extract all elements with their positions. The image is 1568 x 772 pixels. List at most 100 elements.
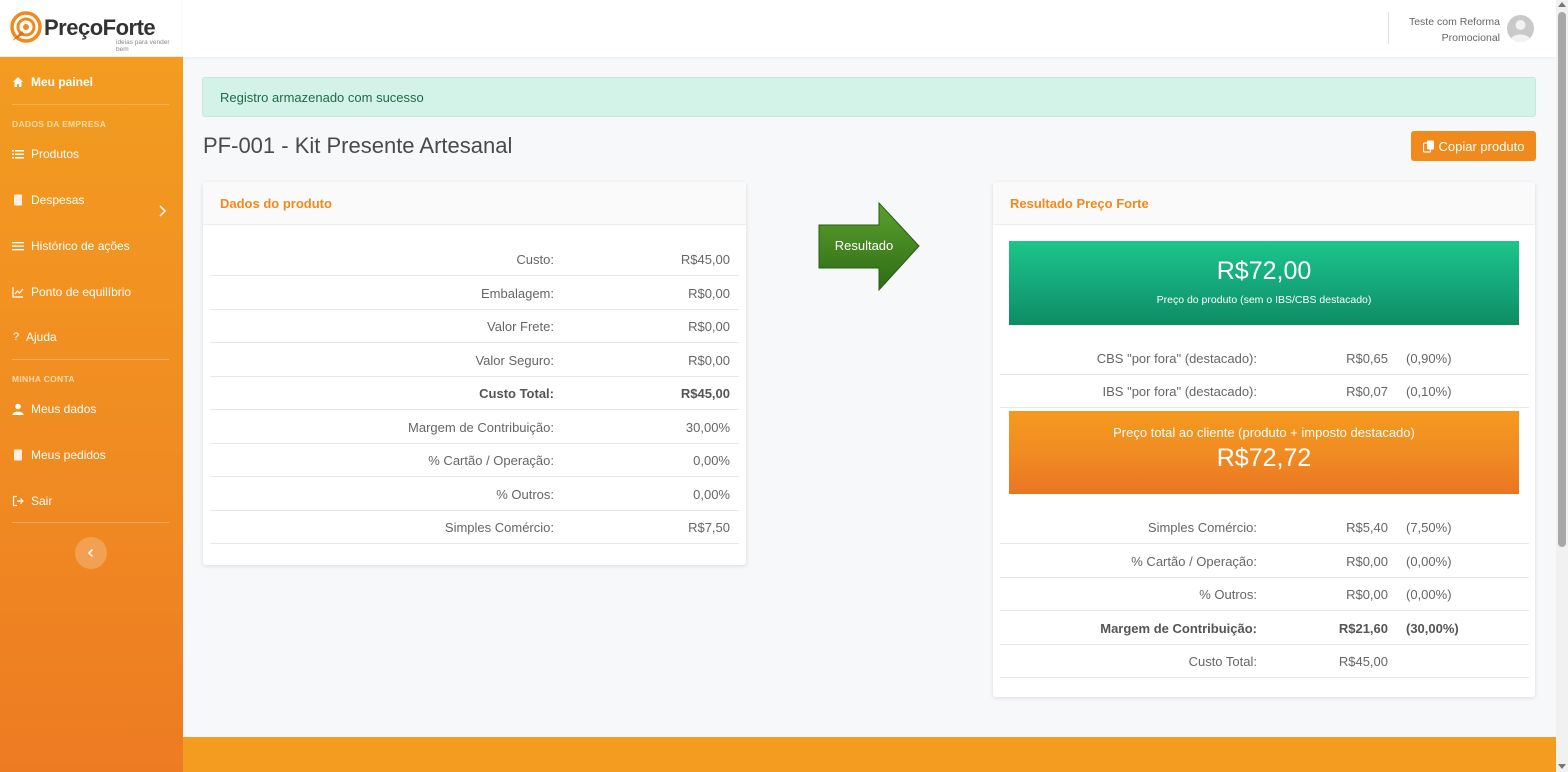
total-price-box: Preço total ao cliente (produto + impost… [1009,411,1519,494]
home-icon [12,76,24,88]
sidebar-item-meus-pedidos[interactable]: Meus pedidos [12,448,106,462]
list-icon [12,148,24,160]
sidebar-item-label: Ponto de equilíbrio [31,285,132,299]
sidebar-item-ajuda[interactable]: ? Ajuda [12,330,57,344]
sidebar-item-despesas[interactable]: Despesas [12,193,84,207]
table-row: Custo Total: R$45,00 [210,377,739,410]
row-label: Valor Seguro: [475,352,554,368]
table-row: Margem de Contribuição: 30,00% [210,411,739,444]
table-row: % Cartão / Operação: R$0,00 (0,00%) [1000,545,1529,578]
footer-bar [183,737,1556,772]
list-icon [12,240,24,252]
row-value: 0,00% [693,453,730,468]
row-label: % Outros: [496,486,554,502]
brand-logo[interactable]: PreçoForte ideias para vender bem [10,10,175,53]
result-arrow: Resultado [818,201,920,292]
row-label: Custo Total: [1188,654,1257,669]
sidebar-item-label: Despesas [31,193,85,207]
divider [1388,12,1389,44]
arrow-label: Resultado [834,238,894,253]
sidebar-item-produtos[interactable]: Produtos [12,147,79,161]
sidebar-item-label: Meu painel [31,75,94,89]
row-value: R$0,00 [688,285,730,301]
sidebar-item-meus-dados[interactable]: Meus dados [12,402,96,416]
table-row: Valor Frete: R$0,00 [210,310,739,343]
table-row: Embalagem: R$0,00 [210,277,739,310]
table-row: Margem de Contribuição: R$21,60 (30,00%) [1000,612,1529,645]
row-value: R$5,40 [1346,520,1388,535]
row-percent: (0,10%) [1406,384,1452,399]
chevron-left-icon [87,548,94,558]
table-row: IBS "por fora" (destacado): R$0,07 (0,10%) [1000,375,1529,408]
row-label: Simples Comércio: [1147,520,1257,535]
divider [12,359,169,360]
sidebar-item-dashboard[interactable]: Meu painel [12,75,93,89]
row-percent: (7,50%) [1406,520,1452,535]
sidebar-item-sair[interactable]: Sair [12,494,52,508]
row-label: Custo Total: [479,386,554,401]
document-icon [12,194,24,206]
chart-icon [12,286,24,298]
document-icon [12,449,24,461]
card-title: Dados do produto [203,182,746,225]
table-row: % Outros: 0,00% [210,478,739,511]
table-row: Simples Comércio: R$7,50 [210,511,739,544]
row-label: Custo: [516,252,554,267]
total-price-caption: Preço total ao cliente (produto + impost… [1113,425,1415,440]
copy-product-button[interactable]: Copiar produto [1411,131,1536,161]
user-menu[interactable]: Teste com Reforma Promocional [1390,14,1500,46]
brand-tagline: ideias para vender bem [116,39,170,53]
page-scrollbar[interactable] [1556,0,1568,772]
row-value: R$45,00 [1338,654,1388,669]
row-percent: (0,00%) [1406,587,1452,602]
scroll-up-icon[interactable] [1558,2,1566,7]
chevron-right-icon[interactable] [158,204,168,218]
table-row: % Outros: R$0,00 (0,00%) [1000,578,1529,611]
product-data-card: Dados do produto Custo: R$45,00 Embalagem:… [203,182,746,565]
sidebar-item-label: Produtos [31,147,80,161]
scroll-down-icon[interactable] [1558,764,1566,769]
row-value: R$21,60 [1338,620,1388,636]
row-value: R$0,00 [688,319,730,334]
row-label: Margem de Contribuição: [408,419,554,435]
divider [12,522,169,523]
product-price-caption: Preço do produto (sem o IBS/CBS destacad… [1156,294,1372,306]
table-row: Valor Seguro: R$0,00 [210,344,739,377]
row-value: R$0,65 [1346,351,1388,366]
sidebar: Meu painel DADOS DA EMPRESA Produtos Des… [0,57,183,772]
row-label: Embalagem: [481,285,554,301]
sidebar-item-label: Meus dados [31,402,97,416]
row-value: 30,00% [685,419,730,435]
user-avatar-icon[interactable] [1507,15,1534,42]
table-row: % Cartão / Operação: 0,00% [210,444,739,477]
table-row: CBS "por fora" (destacado): R$0,65 (0,90%) [1000,342,1529,375]
row-value: R$0,07 [1346,384,1388,399]
row-value: 0,00% [693,486,730,502]
user-icon [12,403,24,415]
section-heading-account: MINHA CONTA [12,374,75,384]
row-percent: (0,00%) [1406,553,1452,569]
row-label: Margem de Contribuição: [1100,620,1257,636]
sidebar-item-label: Sair [31,494,53,508]
row-value: R$7,50 [688,520,730,535]
user-name-line2: Promocional [1441,32,1500,44]
sidebar-item-label: Histórico de ações [31,239,130,253]
sidebar-item-ponto-equilibrio[interactable]: Ponto de equilíbrio [12,285,131,299]
row-value: R$0,00 [1346,587,1388,602]
row-percent: (30,00%) [1406,620,1459,636]
row-value: R$45,00 [680,386,730,401]
collapse-sidebar-button[interactable] [75,537,107,569]
user-name-line1: Teste com Reforma [1408,16,1500,28]
product-price: R$72,00 [1216,257,1312,285]
logout-icon [12,495,24,507]
brand-name: PreçoForte [44,15,156,40]
row-label: CBS "por fora" (destacado): [1096,351,1257,366]
sidebar-item-historico[interactable]: Histórico de ações [12,239,130,253]
row-label: % Cartão / Operação: [1131,553,1257,569]
scrollbar-thumb[interactable] [1558,12,1566,547]
row-label: % Outros: [1199,587,1257,602]
sidebar-item-label: Ajuda [26,330,57,344]
question-icon: ? [12,331,20,343]
copy-icon [1422,140,1435,153]
sidebar-item-label: Meus pedidos [31,448,106,462]
